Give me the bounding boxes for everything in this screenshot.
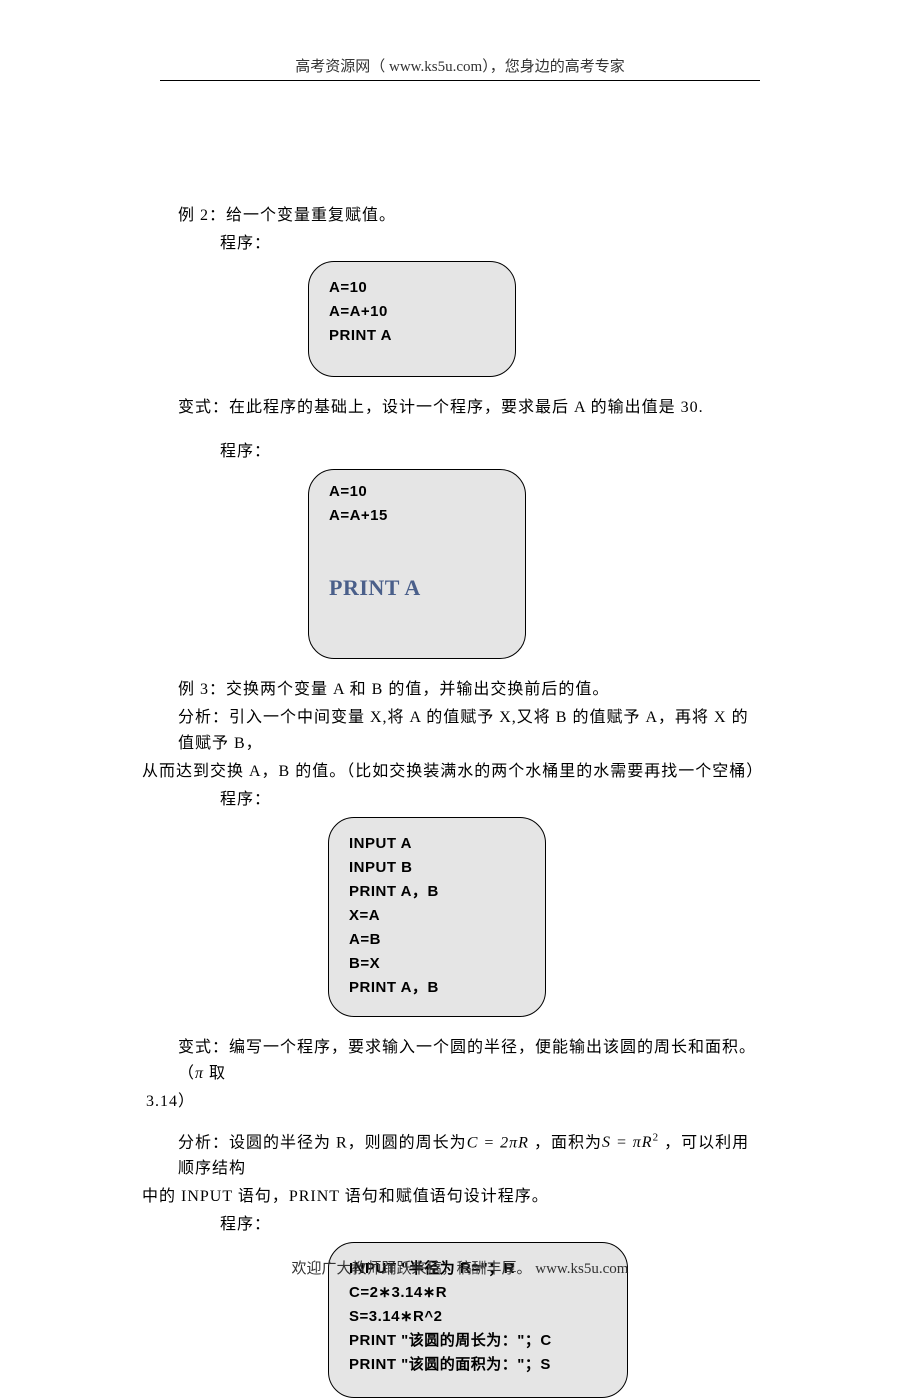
- var3-line1-a: 变式：编写一个程序，要求输入一个圆的半径，便能输出该圆的周长和面积。（: [178, 1039, 756, 1082]
- code-line: A=A+15: [329, 504, 505, 528]
- var3-line1-b: 取: [204, 1065, 226, 1082]
- var3-line2: 3.14）: [146, 1089, 760, 1115]
- formula-c: C = 2πR: [467, 1134, 529, 1151]
- ex3-analysis-2: 从而达到交换 A，B 的值。（比如交换装满水的两个水桶里的水需要再找一个空桶）: [142, 759, 760, 785]
- var3-analysis-2: 中的 INPUT 语句，PRINT 语句和赋值语句设计程序。: [142, 1184, 760, 1210]
- code-line: PRINT A: [329, 324, 495, 348]
- var3-an-b: ，面积为: [529, 1134, 602, 1151]
- code-line: INPUT B: [349, 856, 525, 880]
- ex3-title: 例 3：交换两个变量 A 和 B 的值，并输出交换前后的值。: [178, 677, 760, 703]
- code-line: PRINT "该圆的周长为："；C: [349, 1329, 607, 1353]
- code-line: PRINT A，B: [349, 880, 525, 904]
- code-line: A=B: [349, 928, 525, 952]
- code-line: B=X: [349, 952, 525, 976]
- code-line: PRINT "该圆的面积为："；S: [349, 1353, 607, 1377]
- code-line: A=10: [329, 480, 505, 504]
- code-highlight: PRINT A: [329, 576, 505, 600]
- code-clip: [329, 602, 505, 608]
- code-line: A=10: [329, 276, 495, 300]
- ex2-code-box: A=10 A=A+10 PRINT A: [308, 261, 516, 377]
- page-footer: 欢迎广大教师踊跃来稿，稿酬丰厚。 www.ks5u.com: [0, 1257, 920, 1278]
- code-line: S=3.14∗R^2: [349, 1305, 607, 1329]
- var3-line1: 变式：编写一个程序，要求输入一个圆的半径，便能输出该圆的周长和面积。（π 取: [178, 1035, 760, 1087]
- ex3-code-box: INPUT A INPUT B PRINT A，B X=A A=B B=X PR…: [328, 817, 546, 1017]
- code-line: A=A+10: [329, 300, 495, 324]
- var3-analysis-1: 分析：设圆的半径为 R，则圆的周长为C = 2πR ，面积为S = πR2 ，可…: [178, 1125, 760, 1182]
- ex3-label: 程序：: [220, 787, 760, 813]
- ex2-label: 程序：: [220, 231, 760, 257]
- header-text: 高考资源网（ www.ks5u.com），您身边的高考专家: [295, 59, 624, 75]
- footer-text: 欢迎广大教师踊跃来稿，稿酬丰厚。 www.ks5u.com: [292, 1261, 629, 1277]
- pi-symbol: π: [195, 1065, 204, 1082]
- var2-label: 程序：: [220, 439, 760, 465]
- code-line: X=A: [349, 904, 525, 928]
- var2-code-box: A=10 A=A+15 PRINT A: [308, 469, 526, 659]
- content: 例 2：给一个变量重复赋值。 程序： A=10 A=A+10 PRINT A 变…: [0, 81, 920, 1398]
- code-line: INPUT A: [349, 832, 525, 856]
- formula-s: S = πR2: [602, 1134, 659, 1151]
- var2-title: 变式：在此程序的基础上，设计一个程序，要求最后 A 的输出值是 30.: [178, 395, 760, 421]
- page-header: 高考资源网（ www.ks5u.com），您身边的高考专家: [0, 0, 920, 81]
- var3-an-a: 分析：设圆的半径为 R，则圆的周长为: [178, 1134, 467, 1151]
- ex3-analysis-1: 分析：引入一个中间变量 X,将 A 的值赋予 X,又将 B 的值赋予 A，再将 …: [178, 705, 760, 757]
- code-line: PRINT A，B: [349, 976, 525, 1000]
- ex2-title: 例 2：给一个变量重复赋值。: [178, 203, 760, 229]
- var3-label: 程序：: [220, 1212, 760, 1238]
